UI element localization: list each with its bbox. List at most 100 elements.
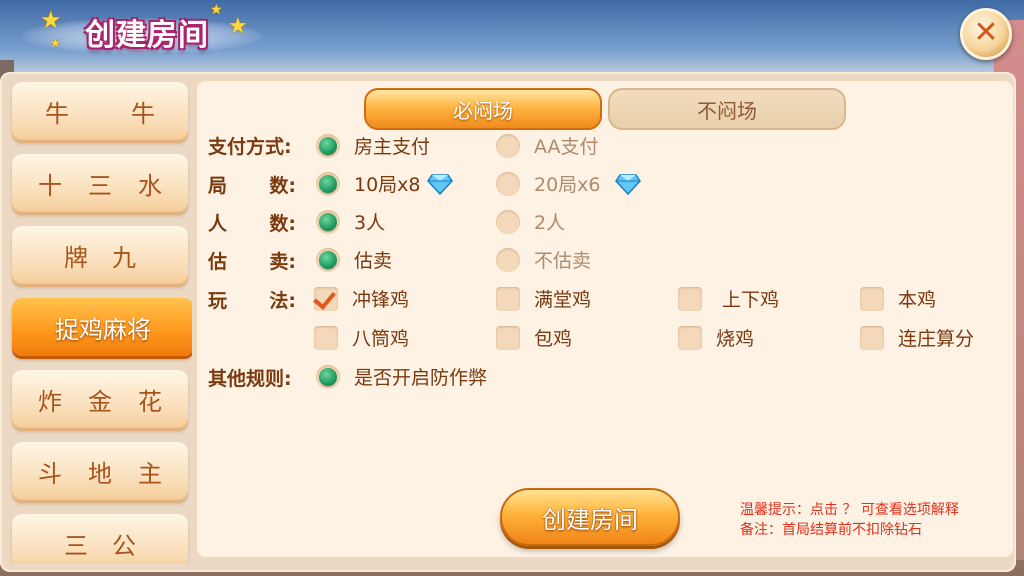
option-label: AA支付 (534, 136, 599, 158)
label-char: 数: (269, 213, 296, 235)
play-option-chongfengji[interactable]: 冲锋鸡 (314, 285, 409, 312)
radio-unselected[interactable] (496, 247, 520, 272)
radio-selected[interactable] (316, 133, 340, 158)
checkbox-unchecked[interactable] (860, 286, 884, 311)
label-char: 法: (269, 290, 296, 312)
play-option-baoji[interactable]: 包鸡 (496, 324, 572, 351)
label-char: 局 (208, 175, 228, 197)
label-char: 卖: (269, 251, 296, 273)
close-button[interactable]: ✕ (960, 8, 1012, 60)
sidebar-item-sangong[interactable]: 三 公 (12, 514, 188, 564)
sidebar-item-label: 炸 (38, 387, 62, 416)
label-char: 玩 (208, 290, 228, 312)
label-char: 估 (208, 251, 228, 273)
diamond-icon (614, 173, 641, 195)
rounds-label: 局 数: (208, 171, 296, 198)
play-option-batongji[interactable]: 八筒鸡 (314, 324, 409, 351)
option-label: 10局x8 (354, 174, 421, 196)
option-label: 包鸡 (534, 328, 573, 350)
option-label: 估卖 (354, 250, 393, 272)
option-label: 3人 (354, 212, 386, 234)
play-option-mantangji[interactable]: 满堂鸡 (496, 285, 591, 312)
sidebar-item-doudizhu[interactable]: 斗 地 主 (12, 442, 188, 500)
checkbox-unchecked[interactable] (860, 325, 884, 350)
play-option-shangxiaji[interactable]: 上下鸡 (678, 285, 779, 312)
radio-selected[interactable] (316, 364, 340, 389)
rounds-option-10[interactable]: 10局x8 (316, 170, 453, 197)
payment-label: 支付方式: (208, 136, 292, 158)
sidebar-item-zhajinhua[interactable]: 炸 金 花 (12, 370, 188, 428)
radio-selected[interactable] (316, 247, 340, 272)
title-badge: ★ ★ ★ ★ 创建房间 (22, 2, 262, 60)
rounds-option-20[interactable]: 20局x6 (496, 170, 641, 197)
checkbox-unchecked[interactable] (496, 325, 520, 350)
tab-bimenchang[interactable]: 必闷场 (364, 88, 602, 130)
play-option-benji[interactable]: 本鸡 (860, 285, 936, 312)
sidebar-item-label: 九 (112, 243, 136, 272)
sidebar-item-label: 三 (88, 171, 112, 200)
checkbox-unchecked[interactable] (678, 325, 702, 350)
option-label: 本鸡 (898, 289, 937, 311)
sidebar-item-label: 地 (88, 459, 112, 488)
radio-selected[interactable] (316, 209, 340, 234)
radio-unselected[interactable] (496, 133, 520, 158)
note-line: 备注：首局结算前不扣除钻石 (740, 522, 922, 538)
checkbox-unchecked[interactable] (496, 286, 520, 311)
sidebar-item-shisanshui[interactable]: 十 三 水 (12, 154, 188, 212)
page-title: 创建房间 (85, 18, 209, 53)
sidebar-item-label: 花 (138, 387, 162, 416)
play-option-shaoji[interactable]: 烧鸡 (678, 324, 754, 351)
players-label: 人 数: (208, 209, 296, 236)
option-label: 上下鸡 (722, 289, 780, 311)
other-option-anticheat[interactable]: 是否开启防作弊 (316, 363, 487, 390)
star-icon: ★ (40, 6, 62, 34)
create-room-button[interactable]: 创建房间 (500, 488, 680, 546)
option-label: 不估卖 (534, 250, 592, 272)
sidebar-item-paijiu[interactable]: 牌 九 (12, 226, 188, 284)
payment-option-owner[interactable]: 房主支付 (316, 132, 430, 159)
sell-label: 估 卖: (208, 247, 296, 274)
option-label: 是否开启防作弊 (354, 367, 488, 389)
sell-option-no[interactable]: 不估卖 (496, 246, 591, 273)
play-option-lianzhuangsuanfen[interactable]: 连庄算分 (860, 324, 974, 351)
checkbox-unchecked[interactable] (314, 325, 338, 350)
sidebar-item-zhuojimajiang[interactable]: 捉鸡麻将 (12, 298, 192, 356)
checkbox-unchecked[interactable] (678, 286, 702, 311)
tip-line: 温馨提示：点击 ？ 可查看选项解释 (740, 502, 959, 518)
sidebar-item-label: 牛 (45, 99, 69, 128)
option-label: 八筒鸡 (352, 328, 410, 350)
sell-option-yes[interactable]: 估卖 (316, 246, 392, 273)
sidebar-item-label: 捉鸡麻将 (55, 315, 151, 344)
game-sidebar: 牛 牛 十 三 水 牌 九 捉鸡麻将 炸 金 花 斗 地 主 三 公 (8, 78, 192, 564)
diamond-icon (426, 173, 453, 195)
option-label: 房主支付 (354, 136, 431, 158)
close-icon: ✕ (973, 15, 999, 50)
label-char: 数: (269, 175, 296, 197)
players-option-3[interactable]: 3人 (316, 208, 385, 235)
sidebar-item-label: 牛 (131, 99, 155, 128)
sidebar-item-label: 主 (138, 459, 162, 488)
sidebar-item-niuniu[interactable]: 牛 牛 (12, 82, 188, 140)
option-label: 冲锋鸡 (352, 289, 410, 311)
payment-option-aa[interactable]: AA支付 (496, 132, 599, 159)
star-icon: ★ (50, 36, 61, 50)
option-label: 2人 (534, 212, 566, 234)
radio-unselected[interactable] (496, 171, 520, 196)
sidebar-item-label: 公 (112, 531, 136, 560)
checkbox-checked[interactable] (314, 286, 338, 311)
settings-panel: 必闷场 不闷场 支付方式: 房主支付 AA支付 局 数: 10局x8 20局x6… (196, 80, 1014, 558)
option-label: 烧鸡 (716, 328, 755, 350)
sidebar-item-label: 水 (138, 171, 162, 200)
sidebar-item-label: 十 (38, 171, 62, 200)
label-char: 人 (208, 213, 228, 235)
other-rules-label: 其他规则: (208, 368, 292, 390)
sidebar-item-label: 金 (88, 387, 112, 416)
option-label: 满堂鸡 (534, 289, 592, 311)
radio-unselected[interactable] (496, 209, 520, 234)
sidebar-item-label: 斗 (38, 459, 62, 488)
radio-selected[interactable] (316, 171, 340, 196)
option-label: 连庄算分 (898, 328, 975, 350)
option-label: 20局x6 (534, 174, 601, 196)
players-option-2[interactable]: 2人 (496, 208, 565, 235)
tab-bumenchang[interactable]: 不闷场 (608, 88, 846, 130)
